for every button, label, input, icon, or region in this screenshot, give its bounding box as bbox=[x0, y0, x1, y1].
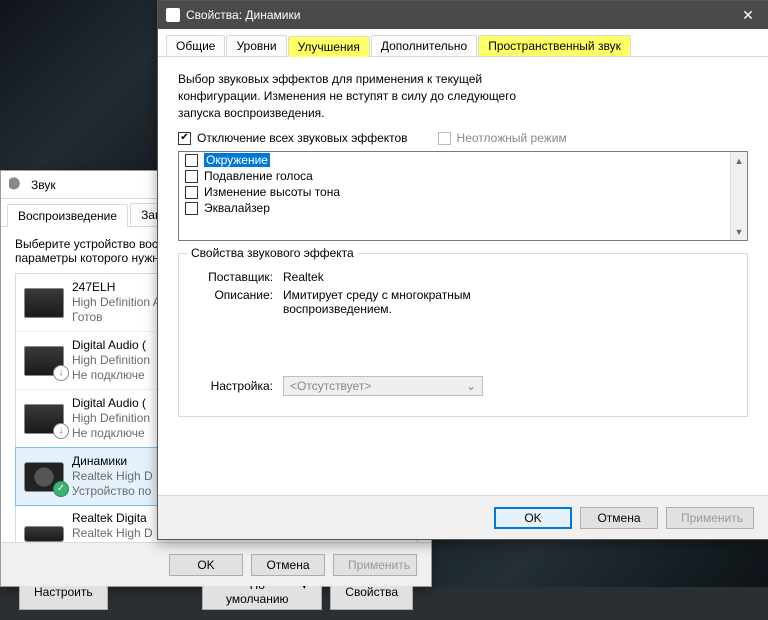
prop-ok-button[interactable]: OK bbox=[494, 507, 572, 529]
setting-value: <Отсутствует> bbox=[290, 379, 371, 393]
tab-общие[interactable]: Общие bbox=[166, 35, 225, 56]
enhancements-description: Выбор звуковых эффектов для применения к… bbox=[178, 71, 518, 121]
prop-cancel-button[interactable]: Отмена bbox=[580, 507, 658, 529]
device-text: Digital Audio (High DefinitionНе подключ… bbox=[72, 338, 150, 383]
provider-value: Realtek bbox=[283, 270, 733, 284]
provider-label: Поставщик: bbox=[193, 270, 273, 284]
tab-playback[interactable]: Воспроизведение bbox=[7, 204, 128, 227]
effect-properties-title: Свойства звукового эффекта bbox=[187, 246, 358, 260]
effect-checkbox[interactable] bbox=[185, 202, 198, 215]
effect-checkbox[interactable] bbox=[185, 186, 198, 199]
scrollbar[interactable]: ▲ ▼ bbox=[730, 152, 747, 240]
device-icon: ↓ bbox=[24, 346, 64, 376]
tab-пространственный-звук[interactable]: Пространственный звук bbox=[478, 35, 631, 56]
sound-cancel-button[interactable]: Отмена bbox=[251, 554, 325, 576]
unplugged-icon: ↓ bbox=[53, 423, 69, 439]
speaker-icon bbox=[9, 177, 25, 193]
effect-item[interactable]: Эквалайзер bbox=[179, 200, 747, 216]
effect-label: Изменение высоты тона bbox=[204, 185, 340, 199]
tab-улучшения[interactable]: Улучшения bbox=[288, 36, 370, 57]
speaker-icon bbox=[166, 8, 180, 22]
label-immediate-mode: Неотложный режим bbox=[457, 131, 567, 145]
chevron-down-icon: ⌄ bbox=[466, 379, 476, 393]
unplugged-icon: ↓ bbox=[53, 365, 69, 381]
tab-дополнительно[interactable]: Дополнительно bbox=[371, 35, 477, 56]
sound-title-text: Звук bbox=[31, 178, 56, 192]
properties-titlebar[interactable]: Свойства: Динамики ✕ bbox=[158, 1, 768, 29]
device-text: Digital Audio (High DefinitionНе подключ… bbox=[72, 396, 150, 441]
default-icon: ✓ bbox=[53, 481, 69, 497]
properties-title-text: Свойства: Динамики bbox=[186, 8, 300, 22]
sound-apply-button[interactable]: Применить bbox=[333, 554, 417, 576]
sound-footer: OK Отмена Применить bbox=[1, 542, 431, 586]
properties-footer: OK Отмена Применить bbox=[158, 495, 768, 539]
close-icon[interactable]: ✕ bbox=[728, 1, 768, 29]
effect-label: Подавление голоса bbox=[204, 169, 313, 183]
effect-item[interactable]: Подавление голоса bbox=[179, 168, 747, 184]
properties-window: Свойства: Динамики ✕ ОбщиеУровниУлучшени… bbox=[157, 0, 768, 540]
device-icon bbox=[24, 288, 64, 318]
effect-properties-group: Свойства звукового эффекта Поставщик: Re… bbox=[178, 253, 748, 417]
sound-ok-button[interactable]: OK bbox=[169, 554, 243, 576]
tab-уровни[interactable]: Уровни bbox=[226, 35, 286, 56]
device-icon bbox=[24, 526, 64, 542]
description-value: Имитирует среду с многократным воспроизв… bbox=[283, 288, 543, 316]
setting-label: Настройка: bbox=[193, 379, 273, 393]
description-label: Описание: bbox=[193, 288, 273, 316]
effect-label: Эквалайзер bbox=[204, 201, 270, 215]
scroll-down-icon[interactable]: ▼ bbox=[731, 223, 747, 240]
device-icon: ↓ bbox=[24, 404, 64, 434]
effects-list[interactable]: Окружение Подавление голоса Изменение высо… bbox=[178, 151, 748, 241]
effect-checkbox[interactable] bbox=[185, 154, 198, 167]
device-text: ДинамикиRealtek High DУстройство по bbox=[72, 454, 153, 499]
checkbox-immediate-mode bbox=[438, 132, 451, 145]
prop-apply-button[interactable]: Применить bbox=[666, 507, 754, 529]
label-disable-all-effects: Отключение всех звуковых эффектов bbox=[197, 131, 408, 145]
checkbox-disable-all-effects[interactable] bbox=[178, 132, 191, 145]
properties-tabs: ОбщиеУровниУлучшенияДополнительноПростра… bbox=[158, 29, 768, 57]
effect-label: Окружение bbox=[204, 153, 270, 167]
effect-item[interactable]: Окружение bbox=[179, 152, 747, 168]
scroll-up-icon[interactable]: ▲ bbox=[731, 152, 747, 169]
setting-combobox[interactable]: <Отсутствует> ⌄ bbox=[283, 376, 483, 396]
device-icon: ✓ bbox=[24, 462, 64, 492]
effect-item[interactable]: Изменение высоты тона bbox=[179, 184, 747, 200]
effect-checkbox[interactable] bbox=[185, 170, 198, 183]
